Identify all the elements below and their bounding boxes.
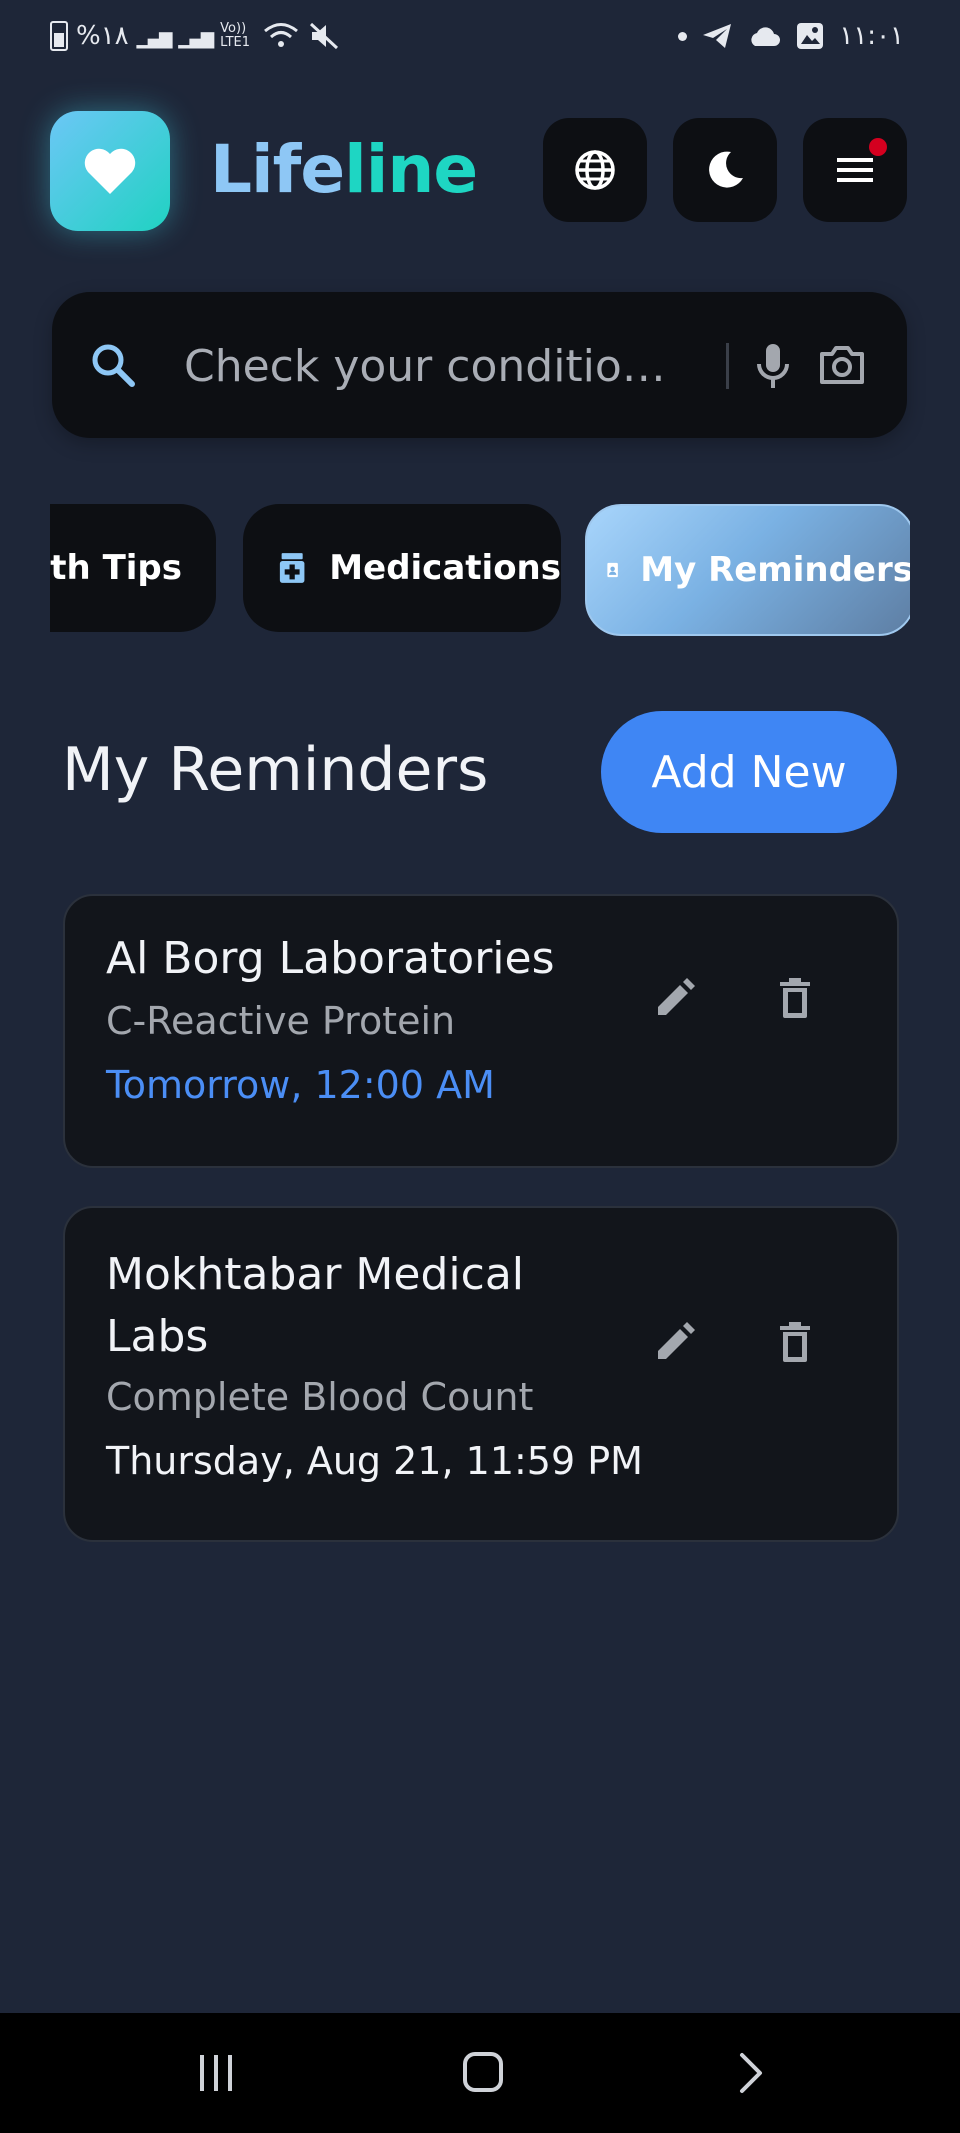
notification-dot bbox=[869, 138, 887, 156]
reminder-lab-name-line1: Mokhtabar Medical bbox=[106, 1249, 524, 1300]
recent-apps-icon[interactable] bbox=[196, 2053, 236, 2093]
reminder-card[interactable]: Mokhtabar Medical Labs Complete Blood Co… bbox=[63, 1206, 899, 1542]
home-icon[interactable] bbox=[462, 2051, 504, 2093]
status-left-group: %١٨ ▁▃▅ ▁▃▅ Vo)) LTE1 bbox=[50, 18, 340, 54]
search-icon[interactable] bbox=[90, 342, 136, 388]
signal-icon: ▁▃▅ bbox=[136, 23, 173, 49]
category-tabs: alth Tips Medications My Reminders bbox=[50, 500, 910, 640]
dot-icon bbox=[678, 31, 688, 41]
status-right-group: ١١:٠١ bbox=[678, 18, 904, 54]
edit-button[interactable] bbox=[643, 1310, 707, 1374]
search-input[interactable] bbox=[182, 330, 706, 402]
reminder-card[interactable]: Al Borg Laboratories C-Reactive Protein … bbox=[63, 894, 899, 1168]
system-nav-bar bbox=[0, 2013, 960, 2133]
wifi-icon bbox=[264, 23, 299, 47]
globe-icon bbox=[575, 150, 615, 190]
edit-button[interactable] bbox=[643, 966, 707, 1030]
reminder-time: Tomorrow, 12:00 AM bbox=[106, 1063, 495, 1107]
language-button[interactable] bbox=[543, 118, 647, 222]
brand-part-1: Life bbox=[210, 131, 345, 208]
camera-icon[interactable] bbox=[818, 344, 866, 386]
tab-label: alth Tips bbox=[50, 548, 182, 588]
network-type: Vo)) LTE1 bbox=[220, 21, 251, 50]
trash-icon bbox=[780, 978, 810, 1018]
menu-icon bbox=[837, 158, 873, 182]
moon-icon bbox=[709, 151, 743, 188]
reminder-lab-name: Al Borg Laboratories bbox=[106, 933, 555, 984]
telegram-icon bbox=[703, 24, 732, 48]
battery-percent: %١٨ bbox=[76, 21, 129, 51]
menu-button[interactable] bbox=[803, 118, 907, 222]
pencil-icon bbox=[658, 978, 695, 1015]
delete-button[interactable] bbox=[763, 1310, 827, 1374]
microphone-icon[interactable] bbox=[755, 342, 791, 390]
back-icon[interactable] bbox=[736, 2051, 766, 2095]
tab-label: Medications bbox=[329, 548, 561, 588]
reminder-lab-name-line2: Labs bbox=[106, 1311, 209, 1362]
app-logo bbox=[50, 111, 170, 231]
search-divider bbox=[726, 343, 729, 389]
delete-button[interactable] bbox=[763, 966, 827, 1030]
reminder-test-name: C-Reactive Protein bbox=[106, 999, 456, 1043]
tab-my-reminders[interactable]: My Reminders bbox=[585, 504, 910, 636]
reminder-badge-icon bbox=[607, 562, 618, 578]
theme-toggle-button[interactable] bbox=[673, 118, 777, 222]
tab-label: My Reminders bbox=[640, 550, 910, 590]
battery-icon bbox=[50, 21, 68, 51]
page-title: My Reminders bbox=[62, 735, 489, 805]
tab-health-tips[interactable]: alth Tips bbox=[50, 504, 216, 632]
reminder-time: Thursday, Aug 21, 11:59 PM bbox=[106, 1439, 643, 1483]
heart-icon bbox=[84, 148, 136, 194]
brand-part-2: line bbox=[344, 131, 478, 208]
status-time: ١١:٠١ bbox=[839, 21, 904, 51]
trash-icon bbox=[780, 1322, 810, 1362]
pencil-icon bbox=[658, 1322, 695, 1359]
signal-icon: ▁▃▅ bbox=[178, 23, 214, 49]
app-title: Lifeline bbox=[210, 130, 478, 210]
reminder-test-name: Complete Blood Count bbox=[106, 1375, 534, 1419]
tab-medications[interactable]: Medications bbox=[243, 504, 561, 632]
add-new-button[interactable]: Add New bbox=[601, 711, 897, 833]
cloud-icon bbox=[751, 27, 781, 46]
mute-icon bbox=[310, 22, 339, 50]
status-bar: %١٨ ▁▃▅ ▁▃▅ Vo)) LTE1 ١١:٠١ bbox=[0, 0, 960, 72]
gallery-icon bbox=[797, 23, 824, 49]
medicine-bottle-icon bbox=[279, 553, 305, 583]
